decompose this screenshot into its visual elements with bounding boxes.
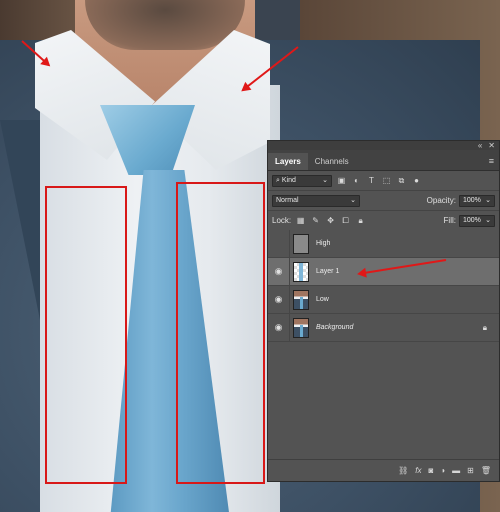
close-icon[interactable]: ✕ <box>488 141 495 150</box>
layer-name: High <box>316 240 331 247</box>
pixel-filter-icon[interactable]: ▣ <box>336 175 347 186</box>
chevron-down-icon: ⌄ <box>485 216 491 224</box>
adjustment-icon[interactable]: ◑ <box>440 466 445 475</box>
fx-icon[interactable]: fx <box>415 466 421 475</box>
shape-filter-icon[interactable]: ⬚ <box>381 175 392 186</box>
layer-row-background[interactable]: ◉ Background 🔒︎ <box>268 313 499 342</box>
filter-toggle-icon[interactable]: ● <box>411 175 422 186</box>
layer-row-high[interactable]: High <box>268 229 499 258</box>
blend-row: Normal ⌄ Opacity: 100% ⌄ <box>268 191 499 210</box>
trash-icon[interactable]: 🗑︎ <box>481 466 491 475</box>
layer-thumbnail <box>293 261 309 282</box>
lock-label: Lock: <box>272 216 292 225</box>
eye-icon[interactable]: ◉ <box>268 257 290 286</box>
panel-titlebar: « ✕ <box>268 141 499 150</box>
filter-row: ⌕ Kind ⌄ ▣ ◐ T ⬚ ⧉ ● <box>268 171 499 190</box>
smart-object-filter-icon[interactable]: ⧉ <box>396 175 407 186</box>
chevron-down-icon: ⌄ <box>322 176 328 184</box>
layer-row-low[interactable]: ◉ Low <box>268 285 499 314</box>
layer-row-layer-1[interactable]: ◉ Layer 1 <box>268 257 499 286</box>
panel-tabs: Layers Channels ≡ <box>268 150 499 171</box>
fill-input[interactable]: 100% ⌄ <box>459 214 495 227</box>
visibility-toggle-off[interactable] <box>268 229 290 258</box>
link-icon[interactable]: ⛓ <box>398 466 408 475</box>
lock-controls: Lock: ▦ ✎ ✥ ⧠ 🔒︎ <box>272 215 366 226</box>
collapse-icon[interactable]: « <box>478 141 482 150</box>
eye-icon[interactable]: ◉ <box>268 285 290 314</box>
lock-transparent-icon[interactable]: ▦ <box>295 215 306 226</box>
filter-kind-select[interactable]: ⌕ Kind ⌄ <box>272 174 332 187</box>
layer-list: High ◉ Layer 1 ◉ Low ◉ Background 🔒︎ <box>268 229 499 342</box>
panel-bottom-toolbar: ⛓ fx ◙ ◑ ▬ ⊞ 🗑︎ <box>268 459 499 481</box>
tab-channels[interactable]: Channels <box>308 153 356 170</box>
lock-all-icon[interactable]: 🔒︎ <box>355 215 366 226</box>
tab-layers[interactable]: Layers <box>268 153 308 170</box>
fill-control: Fill: 100% ⌄ <box>443 214 495 227</box>
chevron-down-icon: ⌄ <box>485 196 491 204</box>
mask-icon[interactable]: ◙ <box>428 466 433 475</box>
panel-menu-icon[interactable]: ≡ <box>489 156 494 166</box>
opacity-input[interactable]: 100% ⌄ <box>459 194 495 207</box>
opacity-label: Opacity: <box>426 196 456 205</box>
opacity-control: Opacity: 100% ⌄ <box>426 194 495 207</box>
fill-value: 100% <box>463 216 481 224</box>
layer-thumbnail <box>293 233 309 254</box>
type-filter-icon[interactable]: T <box>366 175 377 186</box>
filter-kind-value: Kind <box>281 176 296 184</box>
layers-panel: « ✕ Layers Channels ≡ ⌕ Kind ⌄ ▣ ◐ T ⬚ ⧉… <box>267 140 500 482</box>
lock-row: Lock: ▦ ✎ ✥ ⧠ 🔒︎ Fill: 100% ⌄ <box>268 211 499 230</box>
blend-mode-select[interactable]: Normal ⌄ <box>272 194 360 207</box>
eye-icon[interactable]: ◉ <box>268 313 290 342</box>
search-icon: ⌕ <box>276 176 280 184</box>
folder-icon[interactable]: ▬ <box>452 466 460 475</box>
layer-thumbnail <box>293 317 309 338</box>
layer-name: Layer 1 <box>316 268 340 275</box>
blend-mode-value: Normal <box>276 196 299 204</box>
fill-label: Fill: <box>443 216 456 225</box>
new-layer-icon[interactable]: ⊞ <box>467 466 474 475</box>
lock-position-icon[interactable]: ✥ <box>325 215 336 226</box>
lock-icon: 🔒︎ <box>482 322 487 332</box>
chevron-down-icon: ⌄ <box>350 196 356 204</box>
lock-artboard-icon[interactable]: ⧠ <box>340 215 351 226</box>
layer-name: Background <box>316 324 354 331</box>
annotation-box-right <box>176 182 265 484</box>
annotation-box-left <box>45 186 127 484</box>
layer-thumbnail <box>293 289 309 310</box>
lock-pixels-icon[interactable]: ✎ <box>310 215 321 226</box>
adjustment-filter-icon[interactable]: ◐ <box>351 175 362 186</box>
opacity-value: 100% <box>463 196 481 204</box>
layer-name: Low <box>316 296 329 303</box>
